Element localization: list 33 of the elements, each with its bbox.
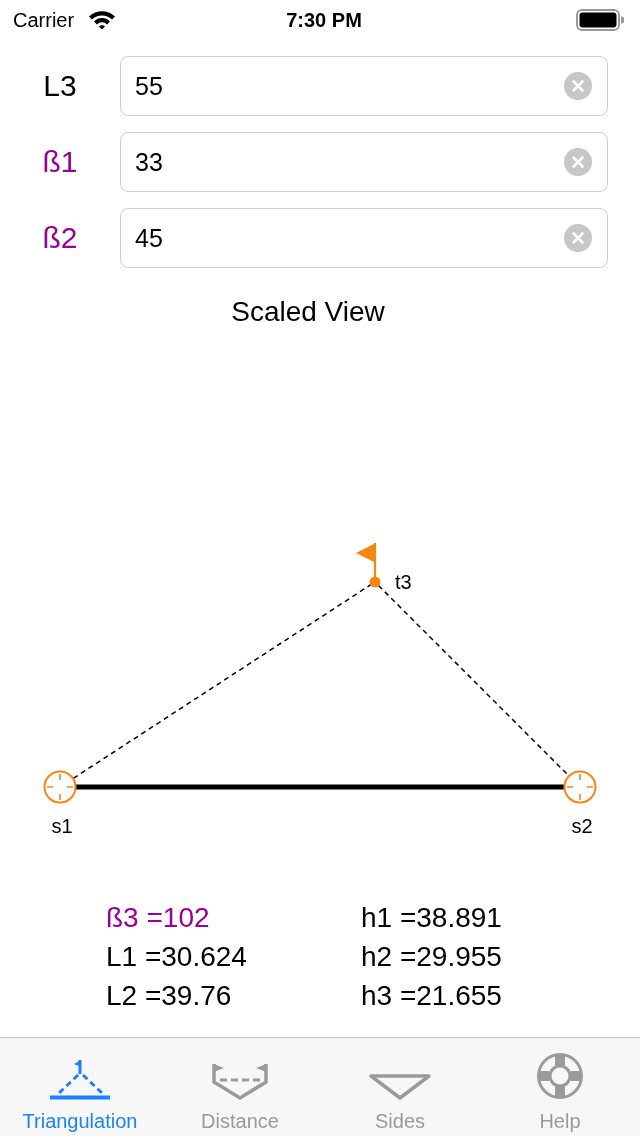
result-text: ß3 =102 <box>106 901 211 935</box>
result-text: h2 =29.955 <box>361 940 503 974</box>
clear-icon[interactable] <box>564 72 592 100</box>
tab[interactable]: Triangulation <box>0 1038 160 1136</box>
input-field[interactable]: 33 <box>120 132 608 192</box>
battery-icon <box>576 9 624 31</box>
point-label: t3 <box>395 571 412 593</box>
wifi-icon <box>88 9 117 29</box>
field-label: L3 <box>42 69 78 103</box>
lifebuoy-icon <box>536 1052 584 1100</box>
point-label: s2 <box>571 815 593 837</box>
carrier-name: Carrier <box>13 8 75 32</box>
crosshair-icon <box>43 770 77 804</box>
clear-icon[interactable] <box>564 224 592 252</box>
field-label: ß1 <box>41 145 79 179</box>
flag-icon <box>356 543 381 588</box>
result-text: L2 =39.76 <box>106 979 233 1013</box>
triangle-icon <box>369 1074 431 1100</box>
clear-icon[interactable] <box>564 148 592 176</box>
tab[interactable]: Sides <box>320 1038 480 1136</box>
crosshair-icon <box>563 770 597 804</box>
input-field[interactable]: 45 <box>120 208 608 268</box>
point-label: s1 <box>51 815 73 837</box>
result-text: h3 =21.655 <box>361 979 503 1013</box>
clock-time: 7:30 PM <box>285 8 363 32</box>
result-text: L1 =30.624 <box>106 940 248 974</box>
field-label: ß2 <box>41 221 79 255</box>
result-text: h1 =38.891 <box>361 901 503 935</box>
tab[interactable]: Distance <box>160 1038 320 1136</box>
input-field[interactable]: 55 <box>120 56 608 116</box>
view-title: Scaled View <box>230 295 386 329</box>
tab[interactable]: Help <box>480 1038 640 1136</box>
triangle-flag-icon <box>49 1058 111 1100</box>
